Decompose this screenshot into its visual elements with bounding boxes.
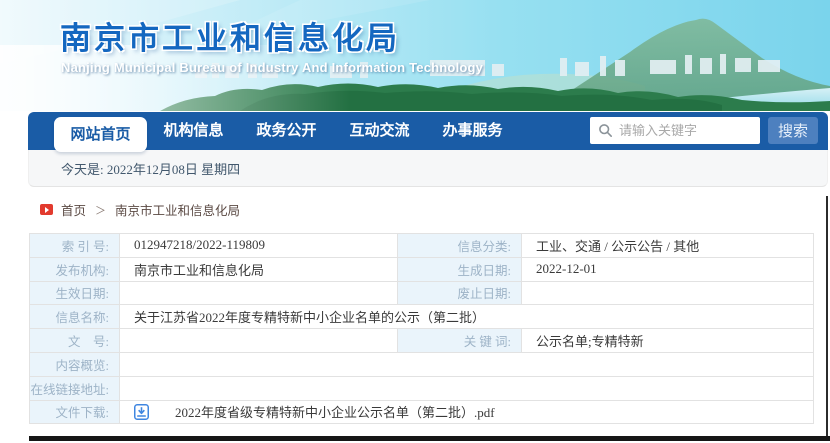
- row-issuing-agency: 发布机构: 南京市工业和信息化局 生成日期: 2022-12-01: [29, 256, 814, 282]
- breadcrumb: 首页 ＞ 南京市工业和信息化局: [40, 200, 240, 219]
- issuing-agency-value: 南京市工业和信息化局: [119, 256, 398, 282]
- issuing-agency-label: 发布机构:: [29, 256, 120, 282]
- abolish-date-label: 废止日期:: [397, 280, 522, 306]
- row-file-download: 文件下载: 2022年度省级专精特新中小企业公示名单（第二批）.pdf: [29, 399, 814, 425]
- main-navigation: 网站首页 机构信息 政务公开 互动交流 办事服务 搜索: [28, 112, 828, 152]
- index-number-value: 012947218/2022-119809: [119, 233, 398, 258]
- info-name-label: 信息名称:: [29, 304, 120, 330]
- doc-number-value: [119, 328, 398, 353]
- tab-services[interactable]: 办事服务: [426, 112, 519, 150]
- nav-card: 网站首页 机构信息 政务公开 互动交流 办事服务 搜索 今天是: 2022年12…: [28, 112, 828, 187]
- content-overview-value: [119, 351, 814, 377]
- site-title: 南京市工业和信息化局: [60, 21, 400, 56]
- row-content-overview: 内容概览:: [29, 351, 814, 377]
- abolish-date-value: [521, 280, 814, 306]
- generate-date-value: 2022-12-01: [521, 256, 814, 282]
- search-area: 搜索: [590, 117, 818, 144]
- file-download-filename: 2022年度省级专精特新中小企业公示名单（第二批）.pdf: [175, 405, 495, 421]
- search-input-wrap: [590, 117, 760, 144]
- generate-date-label: 生成日期:: [397, 256, 522, 282]
- effective-date-label: 生效日期:: [29, 280, 120, 306]
- row-online-link: 在线链接地址:: [29, 375, 814, 401]
- file-download-link[interactable]: 2022年度省级专精特新中小企业公示名单（第二批）.pdf: [134, 402, 813, 421]
- content-overview-label: 内容概览:: [29, 351, 120, 377]
- tab-gov-disclosure[interactable]: 政务公开: [240, 112, 333, 150]
- breadcrumb-separator: ＞: [95, 204, 107, 217]
- current-date-text: 今天是: 2022年12月08日 星期四: [61, 161, 241, 177]
- window-bottom-edge: [29, 436, 830, 441]
- row-doc-number: 文 号: 关 键 词: 公示名单;专精特新: [29, 328, 814, 353]
- search-input[interactable]: [590, 117, 760, 144]
- info-category-value: 工业、交通 / 公示公告 / 其他: [521, 233, 814, 258]
- download-icon: [134, 403, 149, 420]
- window-right-edge: [826, 196, 828, 436]
- online-link-value: [119, 375, 814, 401]
- file-download-cell: 2022年度省级专精特新中小企业公示名单（第二批）.pdf: [119, 399, 814, 425]
- row-index-number: 索 引 号: 012947218/2022-119809 信息分类: 工业、交通…: [29, 233, 814, 258]
- info-name-value: 关于江苏省2022年度专精特新中小企业名单的公示（第二批）: [119, 304, 814, 330]
- header-banner: 南京市工业和信息化局 Nanjing Municipal Bureau of I…: [0, 0, 830, 111]
- date-row: 今天是: 2022年12月08日 星期四: [28, 150, 828, 187]
- effective-date-value: [119, 280, 398, 306]
- breadcrumb-arrow-icon: [40, 204, 53, 215]
- index-number-label: 索 引 号:: [29, 233, 120, 258]
- online-link-label: 在线链接地址:: [29, 375, 120, 401]
- search-button[interactable]: 搜索: [768, 117, 818, 144]
- file-download-label: 文件下载:: [29, 399, 120, 425]
- document-info-table: 索 引 号: 012947218/2022-119809 信息分类: 工业、交通…: [29, 233, 814, 425]
- keywords-value: 公示名单;专精特新: [521, 328, 814, 353]
- row-info-name: 信息名称: 关于江苏省2022年度专精特新中小企业名单的公示（第二批）: [29, 304, 814, 330]
- keywords-label: 关 键 词:: [397, 328, 522, 353]
- tab-interaction[interactable]: 互动交流: [333, 112, 426, 150]
- doc-number-label: 文 号:: [29, 328, 120, 353]
- info-category-label: 信息分类:: [397, 233, 522, 258]
- site-subtitle-english: Nanjing Municipal Bureau of Industry And…: [61, 60, 484, 75]
- tab-org-info[interactable]: 机构信息: [147, 112, 240, 150]
- breadcrumb-home-link[interactable]: 首页: [61, 200, 86, 219]
- tab-home[interactable]: 网站首页: [54, 117, 147, 152]
- search-icon: [599, 124, 612, 137]
- breadcrumb-current[interactable]: 南京市工业和信息化局: [115, 200, 240, 219]
- row-effective-date: 生效日期: 废止日期:: [29, 280, 814, 306]
